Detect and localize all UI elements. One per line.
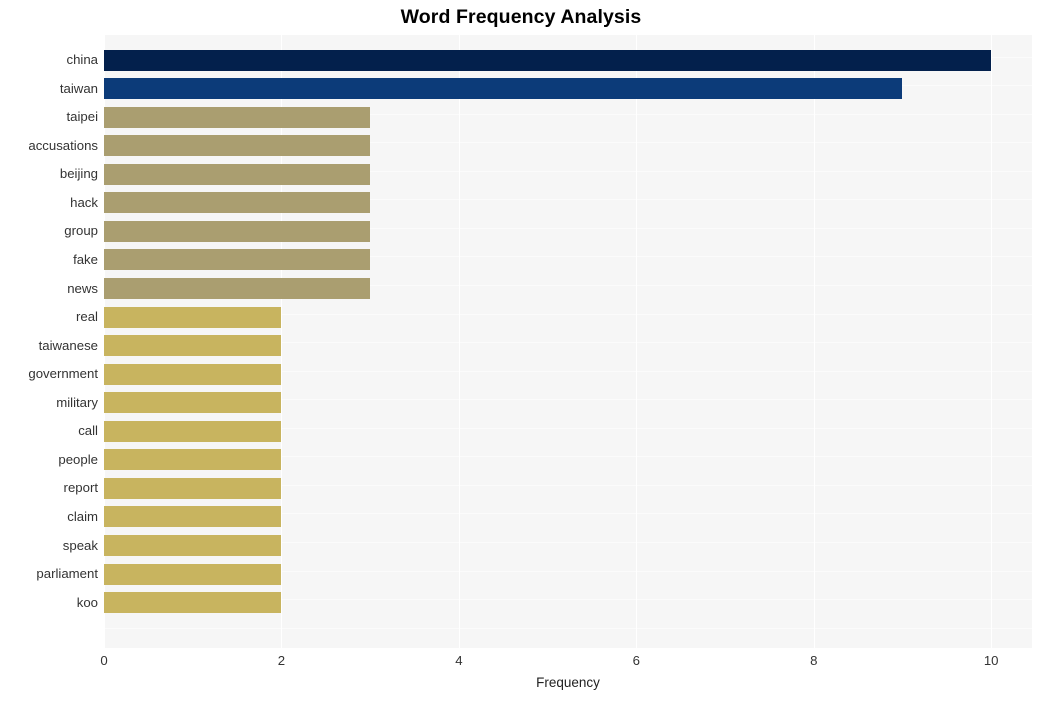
bar[interactable] xyxy=(104,363,282,385)
bar[interactable] xyxy=(104,78,903,100)
bar[interactable] xyxy=(104,563,282,585)
bar[interactable] xyxy=(104,477,282,499)
horizontal-gridline xyxy=(104,627,1032,629)
bar[interactable] xyxy=(104,135,371,157)
bar[interactable] xyxy=(104,249,371,271)
y-axis-tick-label: group xyxy=(64,223,98,239)
x-axis-tick-label: 0 xyxy=(100,653,108,668)
bar[interactable] xyxy=(104,220,371,242)
bar[interactable] xyxy=(104,335,282,357)
bar[interactable] xyxy=(104,163,371,185)
word-frequency-chart: Word Frequency Analysis china taiwan taipe… xyxy=(0,0,1042,701)
y-axis-tick-label: taiwan xyxy=(59,80,98,96)
vertical-gridline xyxy=(636,35,638,648)
y-axis-tick-label: real xyxy=(76,309,98,325)
y-axis-tick-label: military xyxy=(56,394,98,410)
bar[interactable] xyxy=(104,306,282,328)
y-axis-tick-label: claim xyxy=(67,508,98,524)
x-axis-title: Frequency xyxy=(536,675,600,690)
y-axis-tick-label: beijing xyxy=(59,166,98,182)
x-axis-tick-label: 2 xyxy=(277,653,286,668)
y-axis-tick-label: parliament xyxy=(36,566,98,582)
y-axis-tick-label: china xyxy=(66,52,98,68)
y-axis-tick-label: hack xyxy=(70,194,98,210)
y-axis-tick-label: speak xyxy=(62,537,98,553)
y-axis-tick-label: people xyxy=(58,451,98,467)
vertical-gridline xyxy=(991,35,993,648)
vertical-gridline xyxy=(458,35,460,648)
bar[interactable] xyxy=(104,106,371,128)
y-axis-tick-label: government xyxy=(28,366,98,382)
bar[interactable] xyxy=(104,506,282,528)
vertical-gridline xyxy=(813,35,815,648)
y-axis-tick-label: taiwanese xyxy=(38,337,98,353)
y-axis-tick-label: report xyxy=(63,480,98,496)
bar[interactable] xyxy=(104,535,282,556)
bar[interactable] xyxy=(104,392,282,414)
bar[interactable] xyxy=(104,278,371,300)
y-axis-labels: china taiwan taipei accusations beijing hack g… xyxy=(0,35,98,648)
bar[interactable] xyxy=(104,449,282,471)
y-axis-tick-label: koo xyxy=(76,594,98,610)
x-axis-tick-label: 6 xyxy=(632,653,640,668)
y-axis-tick-label: news xyxy=(67,280,98,296)
bar[interactable] xyxy=(104,49,992,71)
y-axis-tick-label: fake xyxy=(73,251,98,267)
y-axis-tick-label: taipei xyxy=(66,109,98,125)
y-axis-tick-label: accusations xyxy=(28,137,98,153)
x-axis-tick-label: 8 xyxy=(810,653,818,668)
x-axis-tick-label: 10 xyxy=(983,653,999,668)
x-axis-tick-label: 4 xyxy=(455,653,463,668)
bar[interactable] xyxy=(104,192,371,214)
x-axis-tick-labels: 0 2 4 6 8 10 xyxy=(0,648,1042,676)
bar[interactable] xyxy=(104,592,282,614)
plot-area xyxy=(104,35,1032,648)
chart-title: Word Frequency Analysis xyxy=(400,6,642,28)
y-axis-tick-label: call xyxy=(78,423,98,439)
bar[interactable] xyxy=(104,420,282,442)
